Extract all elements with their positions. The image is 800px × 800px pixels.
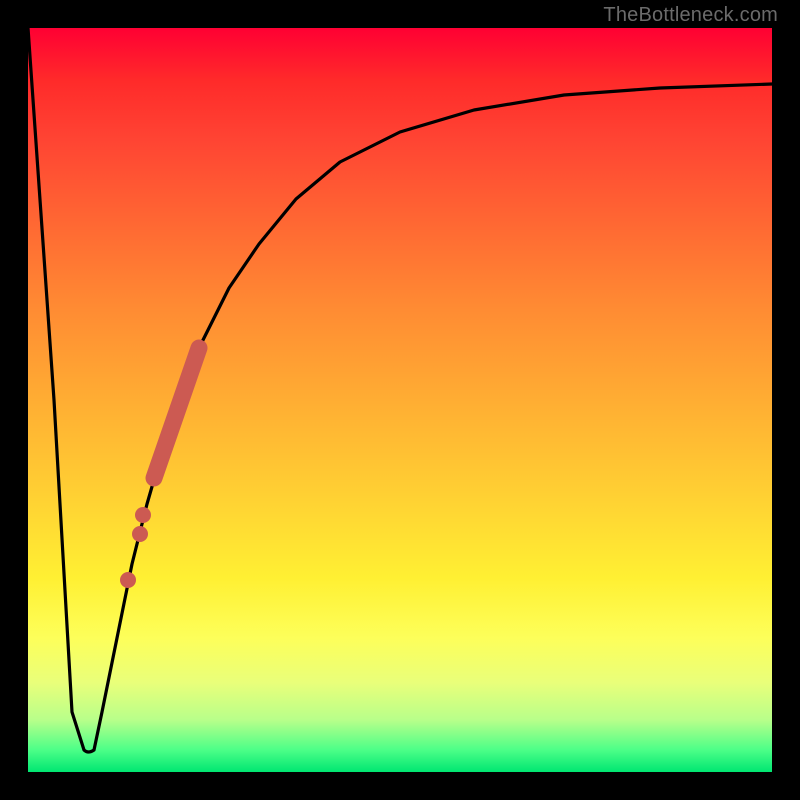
chart-overlay [28, 28, 772, 772]
watermark-text: TheBottleneck.com [603, 4, 778, 27]
chart-frame: TheBottleneck.com [0, 0, 800, 800]
marker-dot [135, 507, 151, 523]
marker-dot [132, 526, 148, 542]
bottleneck-curve [28, 28, 772, 752]
marker-dot [120, 572, 136, 588]
marker-band [154, 348, 199, 478]
